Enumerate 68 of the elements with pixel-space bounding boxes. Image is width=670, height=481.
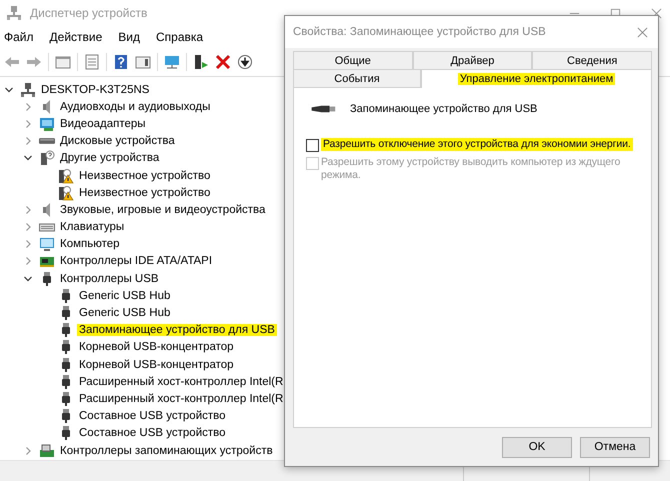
collapse-chevron-icon[interactable] [23, 274, 33, 284]
tree-item[interactable]: Generic USB Hub [77, 290, 172, 302]
tree-item[interactable]: Клавиатуры [58, 221, 126, 234]
dialog-button[interactable]: OK [502, 436, 572, 458]
tree-item[interactable]: Расширенный хост-контроллер Intel(R [77, 376, 286, 388]
tree-item[interactable]: DESKTOP-K3T25NS [39, 84, 152, 96]
tree-item[interactable]: Запоминающее устройство для USB [77, 324, 277, 336]
disk-drive-icon [39, 138, 55, 144]
window-panel-icon[interactable] [55, 54, 71, 70]
back-arrow-icon[interactable] [4, 54, 20, 70]
tree-item[interactable]: Корневой USB-концентратор [77, 358, 236, 371]
tree-item[interactable]: Дисковые устройства [58, 135, 177, 148]
tree-item[interactable]: Звуковые, игровые и видеоустройства [58, 204, 268, 216]
tree-item[interactable]: Generic USB Hub [77, 307, 172, 320]
expand-chevron-icon[interactable] [23, 222, 33, 232]
menu-item[interactable]: Вид [118, 30, 140, 44]
unknown-device-icon [39, 150, 55, 166]
display-adapter-icon [39, 116, 55, 132]
expand-chevron-icon[interactable] [23, 204, 33, 215]
tree-item[interactable]: Корневой USB-концентратор [77, 341, 236, 354]
expand-chevron-icon[interactable] [23, 102, 33, 112]
collapse-chevron-icon[interactable] [4, 84, 14, 95]
warning-device-icon [58, 184, 74, 201]
computer-tree-icon [6, 5, 22, 21]
tab[interactable]: События [293, 69, 421, 87]
tree-item[interactable]: Составное USB устройство [77, 427, 228, 440]
tree-item[interactable]: Неизвестное устройство [77, 186, 212, 199]
window-panel-icon[interactable] [135, 54, 151, 70]
monitor-icon[interactable] [164, 54, 180, 70]
tab[interactable]: Драйвер [412, 51, 532, 69]
tree-item[interactable]: Контроллеры запоминающих устройств [58, 444, 275, 457]
tree-item[interactable]: Контроллеры USB [58, 272, 161, 285]
dialog-title: Свойства: Запоминающее устройство для USB [293, 26, 546, 38]
expand-chevron-icon[interactable] [23, 136, 33, 146]
tab[interactable]: Сведения [532, 51, 652, 69]
tree-item[interactable]: Компьютер [58, 238, 122, 250]
expand-chevron-icon[interactable] [23, 239, 33, 250]
close-icon[interactable] [637, 26, 648, 38]
tab[interactable]: Управление электропитанием [421, 69, 652, 88]
tab[interactable]: Общие [293, 51, 413, 69]
checkbox-label: Разрешить этому устройству выводить компьютер из ждущего режима. [321, 156, 622, 182]
dialog-button[interactable]: Отмена [580, 436, 650, 458]
expand-chevron-icon[interactable] [23, 118, 33, 129]
tree-item[interactable]: Другие устройства [58, 152, 162, 164]
properties-sheet-icon[interactable] [84, 54, 100, 70]
delete-icon[interactable] [215, 54, 231, 70]
storage-controller-icon [39, 442, 55, 459]
expand-chevron-icon[interactable] [23, 256, 33, 266]
menu-item[interactable]: Действие [50, 30, 102, 44]
tree-item[interactable]: Видеоадаптеры [58, 118, 148, 130]
checkbox-label: Разрешить отключение этого устройства для экономии энергии. [321, 138, 633, 151]
expand-chevron-icon[interactable] [23, 446, 33, 456]
device-name: Запоминающее устройство для USB [350, 103, 538, 115]
monitor-icon [39, 236, 55, 252]
tree-item[interactable]: Аудиовходы и аудиовыходы [58, 100, 212, 113]
download-circle-icon[interactable] [237, 54, 253, 70]
forward-arrow-icon[interactable] [26, 54, 42, 70]
checkbox[interactable] [306, 139, 319, 152]
tree-item[interactable]: Неизвестное устройство [77, 170, 212, 182]
menu-item[interactable]: Справка [156, 30, 204, 44]
tree-item[interactable]: Составное USB устройство [77, 410, 228, 422]
computer-tree-icon [20, 82, 36, 98]
tree-item[interactable]: Контроллеры IDE ATA/ATAPI [58, 255, 214, 268]
help-icon[interactable] [113, 54, 129, 70]
tree-item[interactable]: Расширенный хост-контроллер Intel(R [77, 392, 286, 405]
menu-item[interactable]: Файл [4, 30, 34, 44]
window-title: Диспетчер устройств [30, 6, 148, 20]
warning-device-icon [58, 168, 74, 184]
